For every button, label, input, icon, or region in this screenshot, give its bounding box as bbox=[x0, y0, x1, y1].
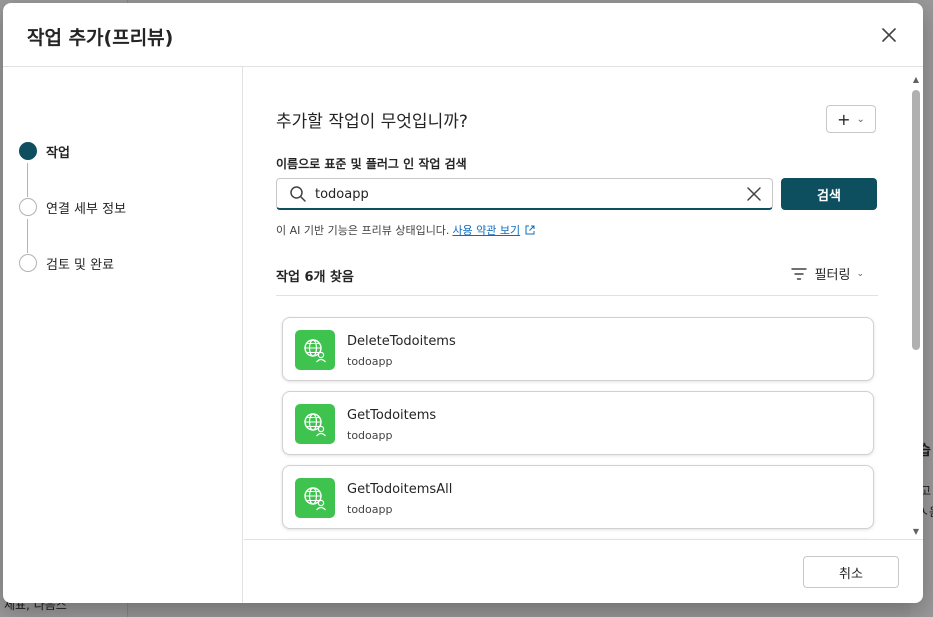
step-connection-details[interactable]: 연결 세부 정보 bbox=[19, 195, 126, 219]
content-heading: 추가할 작업이 무엇입니까? bbox=[276, 112, 468, 132]
action-connector: todoapp bbox=[347, 503, 393, 516]
globe-user-icon bbox=[295, 478, 335, 518]
action-card[interactable]: DeleteTodoitems todoapp bbox=[282, 317, 874, 381]
close-icon bbox=[882, 28, 896, 42]
search-box bbox=[276, 178, 773, 210]
step-review-finish[interactable]: 검토 및 완료 bbox=[19, 251, 114, 275]
add-action-dialog: 작업 추가(프리뷰) 작업 연결 세부 정보 검토 및 완료 추가할 작업이 무… bbox=[3, 3, 923, 603]
action-name: DeleteTodoitems bbox=[347, 334, 456, 349]
action-card[interactable]: GetTodoitemsAll todoapp bbox=[282, 465, 874, 529]
chevron-down-icon: ⌄ bbox=[856, 268, 864, 279]
dialog-title: 작업 추가(프리뷰) bbox=[27, 27, 174, 49]
plus-icon: + bbox=[837, 109, 851, 129]
ai-preview-note: 이 AI 기반 기능은 프리뷰 상태입니다. 사용 약관 보기 bbox=[276, 222, 535, 238]
step-connector-line bbox=[27, 219, 28, 253]
results-count: 작업 6개 찾음 bbox=[276, 270, 354, 285]
step-indicator bbox=[19, 198, 37, 216]
search-icon bbox=[290, 186, 306, 202]
step-indicator bbox=[19, 254, 37, 272]
ai-note-text: 이 AI 기반 기능은 프리뷰 상태입니다. bbox=[276, 224, 450, 237]
step-label: 연결 세부 정보 bbox=[46, 201, 127, 217]
results-header: 작업 6개 찾음 필터링 ⌄ bbox=[276, 262, 878, 296]
scroll-up-arrow-icon[interactable]: ▲ bbox=[911, 75, 921, 85]
filter-label: 필터링 bbox=[814, 268, 851, 283]
action-name: GetTodoitems bbox=[347, 408, 437, 423]
add-menu-dropdown[interactable]: + ⌄ bbox=[826, 105, 876, 133]
search-button[interactable]: 검색 bbox=[781, 178, 877, 210]
globe-user-icon bbox=[295, 330, 335, 370]
content-scrollbar[interactable]: ▲ ▼ bbox=[910, 75, 922, 537]
clear-search-icon[interactable] bbox=[746, 186, 762, 202]
cancel-button[interactable]: 취소 bbox=[803, 556, 899, 588]
globe-user-icon bbox=[295, 404, 335, 444]
action-connector: todoapp bbox=[347, 355, 393, 368]
external-link-icon bbox=[525, 225, 535, 235]
chevron-down-icon: ⌄ bbox=[856, 113, 865, 125]
step-indicator-active bbox=[19, 142, 37, 160]
action-connector: todoapp bbox=[347, 429, 393, 442]
wizard-steps: 작업 연결 세부 정보 검토 및 완료 bbox=[3, 67, 243, 603]
filter-icon bbox=[790, 267, 807, 280]
search-label: 이름으로 표준 및 플러그 인 작업 검색 bbox=[276, 157, 467, 171]
dialog-header: 작업 추가(프리뷰) bbox=[3, 3, 923, 67]
scroll-thumb[interactable] bbox=[912, 90, 920, 350]
search-input[interactable] bbox=[315, 184, 725, 204]
main-content: 추가할 작업이 무엇입니까? + ⌄ 이름으로 표준 및 플러그 인 작업 검색… bbox=[244, 67, 909, 539]
filter-button[interactable]: 필터링 ⌄ bbox=[790, 264, 864, 283]
action-card[interactable]: GetTodoitems todoapp bbox=[282, 391, 874, 455]
step-label: 작업 bbox=[46, 145, 70, 161]
step-connector-line bbox=[27, 163, 28, 197]
step-label: 검토 및 완료 bbox=[46, 257, 115, 273]
step-actions[interactable]: 작업 bbox=[19, 139, 70, 163]
scroll-down-arrow-icon[interactable]: ▼ bbox=[911, 527, 921, 537]
dialog-footer: 취소 bbox=[244, 539, 923, 603]
terms-link[interactable]: 사용 약관 보기 bbox=[452, 222, 520, 238]
close-button[interactable] bbox=[877, 23, 901, 47]
action-name: GetTodoitemsAll bbox=[347, 482, 453, 497]
